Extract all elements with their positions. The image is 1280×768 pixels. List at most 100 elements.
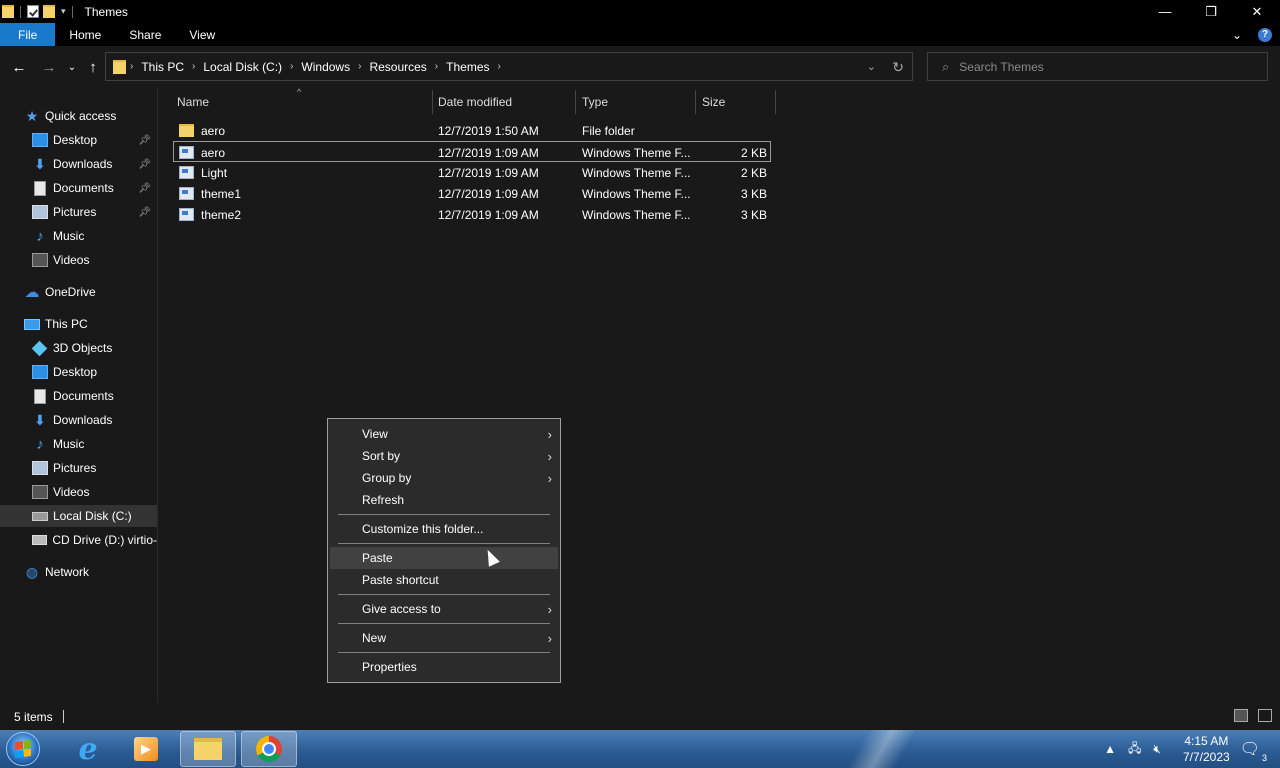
pin-icon[interactable]: 📌︎	[138, 135, 151, 146]
sidebar-item-pictures[interactable]: Pictures 📌︎	[0, 201, 157, 223]
sidebar-item-cd-drive[interactable]: CD Drive (D:) virtio-	[0, 529, 157, 551]
sidebar-item-music[interactable]: ♪ Music	[0, 225, 157, 247]
address-dropdown-icon[interactable]: ⌄	[867, 60, 876, 73]
sidebar-item-network[interactable]: ◍ Network	[0, 561, 157, 583]
file-row[interactable]: Light 12/7/2019 1:09 AM Windows Theme F.…	[173, 162, 771, 183]
sidebar-item-pictures[interactable]: Pictures	[0, 457, 157, 479]
menu-item-customize-folder[interactable]: Customize this folder...	[330, 518, 558, 540]
menu-item-new[interactable]: New ›	[330, 627, 558, 649]
menu-item-group-by[interactable]: Group by ›	[330, 467, 558, 489]
expand-ribbon-icon[interactable]: ⌄	[1232, 28, 1242, 42]
status-divider	[62, 710, 64, 723]
column-divider[interactable]	[775, 90, 776, 114]
sidebar-item-documents[interactable]: Documents	[0, 385, 157, 407]
sidebar-item-3d-objects[interactable]: 3D Objects	[0, 337, 157, 359]
file-date: 12/7/2019 1:09 AM	[438, 165, 539, 180]
tab-view[interactable]: View	[175, 23, 229, 46]
sidebar-item-downloads[interactable]: ⬇ Downloads 📌︎	[0, 153, 157, 175]
restore-button[interactable]: ❐	[1188, 0, 1234, 23]
network-status-icon[interactable]: 🖧︎	[1128, 739, 1141, 760]
sidebar-item-quick-access[interactable]: ★ Quick access	[0, 105, 157, 127]
taskbar-file-explorer[interactable]	[180, 731, 236, 767]
back-arrow-icon[interactable]: ←	[10, 58, 28, 76]
file-row[interactable]: theme2 12/7/2019 1:09 AM Windows Theme F…	[173, 204, 771, 225]
file-row[interactable]: aero 12/7/2019 1:50 AM File folder	[173, 120, 771, 141]
column-type[interactable]: Type	[576, 90, 695, 114]
customize-toolbar-icon[interactable]: ▾	[61, 6, 66, 17]
properties-icon[interactable]	[27, 5, 39, 18]
chevron-right-icon[interactable]: ›	[286, 61, 297, 72]
menu-item-sort-by[interactable]: Sort by ›	[330, 445, 558, 467]
column-date-modified[interactable]: Date modified	[432, 90, 575, 114]
file-row[interactable]: theme1 12/7/2019 1:09 AM Windows Theme F…	[173, 183, 771, 204]
sidebar-item-desktop[interactable]: Desktop	[0, 361, 157, 383]
up-arrow-icon[interactable]: ↑	[84, 58, 102, 76]
menu-item-paste-shortcut[interactable]: Paste shortcut	[330, 569, 558, 591]
sidebar-item-label: Documents	[53, 181, 114, 195]
sidebar-item-videos[interactable]: Videos	[0, 249, 157, 271]
chevron-right-icon[interactable]: ›	[188, 61, 199, 72]
status-bar: 5 items	[0, 703, 1280, 730]
window-controls: — ❐ ✕	[1142, 0, 1280, 23]
menu-item-properties[interactable]: Properties	[330, 656, 558, 678]
sidebar-item-desktop[interactable]: Desktop 📌︎	[0, 129, 157, 151]
menu-item-view[interactable]: View ›	[330, 423, 558, 445]
clock[interactable]: 4:15 AM 7/7/2023	[1183, 733, 1230, 765]
volume-muted-icon[interactable]: 🔇︎	[1153, 742, 1161, 757]
menu-item-paste[interactable]: Paste	[330, 547, 558, 569]
taskbar-chrome[interactable]	[241, 731, 297, 767]
menu-divider	[338, 543, 550, 544]
sidebar-item-onedrive[interactable]: ☁ OneDrive	[0, 281, 157, 303]
breadcrumb-local-disk[interactable]: Local Disk (C:)	[199, 60, 286, 74]
sidebar-item-music[interactable]: ♪ Music	[0, 433, 157, 455]
chevron-right-icon[interactable]: ›	[431, 61, 442, 72]
address-bar[interactable]: › This PC › Local Disk (C:) › Windows › …	[105, 52, 913, 81]
clock-time: 4:15 AM	[1184, 734, 1229, 748]
refresh-icon[interactable]: ↻	[892, 59, 904, 76]
show-hidden-icons-icon[interactable]: ▲	[1104, 742, 1116, 756]
chevron-right-icon[interactable]: ›	[354, 61, 365, 72]
help-icon[interactable]: ?	[1258, 27, 1272, 42]
sidebar-item-downloads[interactable]: ⬇ Downloads	[0, 409, 157, 431]
file-type: Windows Theme F...	[582, 207, 691, 222]
action-center-icon[interactable]: 🗨︎ 3	[1240, 739, 1267, 763]
taskbar-internet-explorer[interactable]: e	[60, 731, 116, 767]
pin-icon[interactable]: 📌︎	[138, 207, 151, 218]
recent-locations-chevron-icon[interactable]: ⌄	[63, 58, 81, 76]
minimize-button[interactable]: —	[1142, 0, 1188, 23]
breadcrumb-resources[interactable]: Resources	[365, 60, 430, 74]
tab-share[interactable]: Share	[115, 23, 175, 46]
sidebar-item-local-disk[interactable]: Local Disk (C:)	[0, 505, 157, 527]
search-box[interactable]: ⌕	[927, 52, 1268, 81]
tab-file[interactable]: File	[0, 23, 56, 46]
chevron-right-icon[interactable]: ›	[494, 61, 505, 72]
tab-home[interactable]: Home	[55, 23, 115, 46]
menu-item-refresh[interactable]: Refresh	[330, 489, 558, 511]
details-view-icon[interactable]	[1234, 709, 1248, 722]
sidebar-item-documents[interactable]: Documents 📌︎	[0, 177, 157, 199]
pin-icon[interactable]: 📌︎	[138, 183, 151, 194]
theme-file-icon	[179, 208, 194, 221]
menu-item-give-access[interactable]: Give access to ›	[330, 598, 558, 620]
column-size[interactable]: Size	[696, 90, 775, 114]
new-folder-icon[interactable]	[43, 5, 55, 18]
breadcrumb-themes[interactable]: Themes	[442, 60, 493, 74]
breadcrumb-this-pc[interactable]: This PC	[137, 60, 188, 74]
menu-item-label: Refresh	[362, 493, 405, 507]
close-button[interactable]: ✕	[1234, 0, 1280, 23]
large-icons-view-icon[interactable]	[1258, 709, 1272, 722]
column-name[interactable]: Name	[171, 90, 431, 114]
sidebar-item-videos[interactable]: Videos	[0, 481, 157, 503]
forward-arrow-icon[interactable]: →	[40, 58, 58, 76]
taskbar-media-player[interactable]: ▶	[118, 731, 174, 767]
file-row[interactable]: aero 12/7/2019 1:09 AM Windows Theme F..…	[173, 141, 771, 162]
pin-icon[interactable]: 📌︎	[138, 159, 151, 170]
chevron-right-icon[interactable]: ›	[126, 61, 137, 72]
search-input[interactable]	[959, 59, 1240, 74]
breadcrumb-windows[interactable]: Windows	[297, 60, 354, 74]
file-type: Windows Theme F...	[582, 186, 691, 201]
cloud-icon: ☁	[24, 284, 40, 301]
start-button[interactable]	[6, 732, 40, 766]
file-type: Windows Theme F...	[582, 145, 691, 160]
sidebar-item-this-pc[interactable]: This PC	[0, 313, 157, 335]
